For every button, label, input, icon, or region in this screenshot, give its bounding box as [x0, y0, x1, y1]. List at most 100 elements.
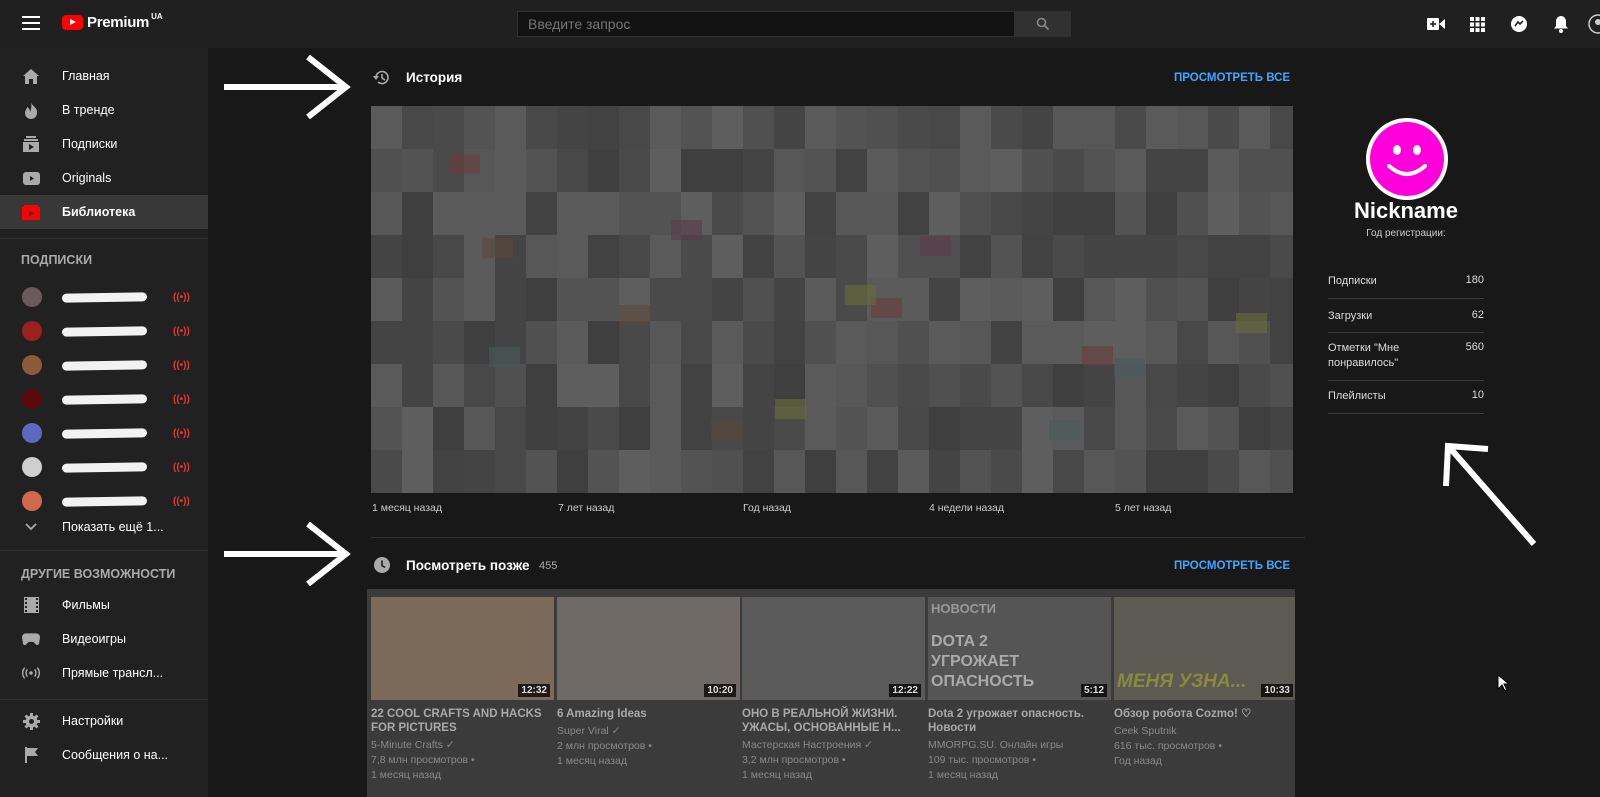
- censor-pixel: [1115, 106, 1146, 149]
- stat-row-playlists[interactable]: Плейлисты 10: [1328, 381, 1484, 414]
- history-time: 4 недели назад: [929, 502, 1004, 514]
- censor-pixel: [712, 364, 743, 407]
- stat-row-uploads[interactable]: Загрузки 62: [1328, 299, 1484, 333]
- sidebar: Главная В тренде Подписки Originals Библ…: [0, 48, 208, 797]
- censor-pixel: [1053, 450, 1084, 493]
- censor-pixel: [1084, 106, 1115, 149]
- video-thumbnail[interactable]: 12:32: [371, 597, 554, 700]
- censor-pixel: [1146, 321, 1177, 364]
- censor-pixel: [495, 450, 526, 493]
- sidebar-item-trending[interactable]: В тренде: [0, 93, 208, 127]
- censor-pixel: [464, 450, 495, 493]
- subscriptions-icon: [22, 135, 40, 153]
- thumbnail-caption: УГРОЖАЕТ: [931, 653, 1020, 670]
- video-thumbnail[interactable]: 12:22: [742, 597, 925, 700]
- sidebar-item-gaming[interactable]: Видеоигры: [0, 622, 208, 656]
- video-channel[interactable]: MMORPG.SU. Онлайн игры: [928, 738, 1063, 753]
- censor-pixel: [1208, 149, 1239, 192]
- censor-pixel: [650, 407, 681, 450]
- censor-pixel: [929, 149, 960, 192]
- search-button[interactable]: [1015, 11, 1071, 37]
- censor-pixel: [557, 364, 588, 407]
- video-channel[interactable]: 5-Minute Crafts ✓: [371, 738, 475, 753]
- annotation-arrow-history: [224, 55, 351, 119]
- messages-icon[interactable]: [1508, 14, 1530, 34]
- stat-row-likes[interactable]: Отметки "Мне понравилось" 560: [1328, 333, 1484, 381]
- video-title[interactable]: Обзор робота Cozmo! ♡: [1114, 707, 1290, 721]
- censor-pixel: [743, 364, 774, 407]
- censor-pixel: [1177, 321, 1208, 364]
- censor-pixel: [1177, 407, 1208, 450]
- video-time: 1 месяц назад: [928, 769, 998, 781]
- censor-pixel: [1022, 321, 1053, 364]
- sidebar-item-live[interactable]: Прямые трансл...: [0, 656, 208, 690]
- sidebar-item-movies[interactable]: Фильмы: [0, 588, 208, 622]
- censor-pixel: [836, 450, 867, 493]
- censor-pixel: [1115, 235, 1146, 278]
- censor-pixel: [960, 106, 991, 149]
- censor-pixel: [681, 149, 712, 192]
- sidebar-item-report-history[interactable]: Сообщения о на...: [0, 738, 208, 772]
- censor-pixel: [712, 149, 743, 192]
- sidebar-item-label: Библиотека: [62, 205, 136, 219]
- censor-pixel: [991, 235, 1022, 278]
- censor-pixel: [433, 450, 464, 493]
- censor-pixel: [1022, 450, 1053, 493]
- video-thumbnail[interactable]: 10:20: [557, 597, 740, 700]
- video-time: 1 месяц назад: [371, 769, 441, 781]
- censor-pixel: [1022, 235, 1053, 278]
- censor-pixel: [433, 321, 464, 364]
- subscription-channel-item[interactable]: ((•)): [0, 348, 208, 382]
- menu-hamburger-icon[interactable]: [22, 16, 40, 30]
- sidebar-item-label: Главная: [62, 69, 110, 83]
- sidebar-item-subscriptions[interactable]: Подписки: [0, 127, 208, 161]
- smiley-face-icon: [1370, 122, 1444, 196]
- video-title[interactable]: 6 Amazing Ideas: [557, 707, 733, 721]
- subscription-channel-item[interactable]: ((•)): [0, 450, 208, 484]
- stat-row-subscriptions[interactable]: Подписки 180: [1328, 266, 1484, 299]
- sidebar-item-settings[interactable]: Настройки: [0, 704, 208, 738]
- censor-pixel: [712, 192, 743, 235]
- censor-pixel: [1053, 321, 1084, 364]
- youtube-premium-logo[interactable]: Premium UA: [62, 12, 163, 31]
- censor-pixel: [588, 278, 619, 321]
- censor-pixel: [464, 106, 495, 149]
- subscription-channel-item[interactable]: ((•)): [0, 280, 208, 314]
- apps-grid-icon[interactable]: [1466, 14, 1488, 34]
- video-thumbnail[interactable]: НОВОСТИ DOTA 2 УГРОЖАЕТ ОПАСНОСТЬ 5:12: [928, 597, 1111, 700]
- censor-pixel: [1022, 106, 1053, 149]
- video-channel[interactable]: Мастерская Настроения ✓: [742, 738, 873, 753]
- watch-later-view-all-link[interactable]: ПРОСМОТРЕТЬ ВСЕ: [1174, 560, 1290, 572]
- create-video-icon[interactable]: [1425, 14, 1447, 34]
- video-title[interactable]: 22 COOL CRAFTS AND HACKS FOR PICTURES: [371, 707, 547, 735]
- account-avatar-icon[interactable]: [1588, 14, 1600, 34]
- show-more-subscriptions[interactable]: Показать ещё 1...: [0, 510, 208, 544]
- video-title[interactable]: Dota 2 угрожает опасность. Новости: [928, 707, 1104, 735]
- subscription-channel-item[interactable]: ((•)): [0, 314, 208, 348]
- censor-pixel: [991, 278, 1022, 321]
- sidebar-item-originals[interactable]: Originals: [0, 161, 208, 195]
- censor-pixel: [402, 450, 433, 493]
- sidebar-item-library[interactable]: Библиотека: [0, 195, 208, 229]
- censor-pixel: [619, 364, 650, 407]
- video-channel[interactable]: Ceek Sputnik: [1114, 724, 1222, 739]
- censor-pixel: [402, 235, 433, 278]
- censor-pixel: [1115, 149, 1146, 192]
- thumbnail-caption: НОВОСТИ: [931, 601, 997, 616]
- notifications-bell-icon[interactable]: [1550, 14, 1572, 34]
- censor-pixel: [1177, 235, 1208, 278]
- history-shelf-title[interactable]: История: [406, 70, 462, 85]
- sidebar-item-label: В тренде: [62, 103, 115, 117]
- search-input[interactable]: [517, 11, 1015, 37]
- watch-later-shelf-title[interactable]: Посмотреть позже: [406, 558, 530, 573]
- video-channel[interactable]: Super Viral ✓: [557, 724, 652, 739]
- subscription-channel-item[interactable]: ((•)): [0, 416, 208, 450]
- sidebar-item-home[interactable]: Главная: [0, 59, 208, 93]
- profile-avatar[interactable]: [1366, 118, 1448, 200]
- video-title[interactable]: ОНО В РЕАЛЬНОЙ ЖИЗНИ. УЖАСЫ, ОСНОВАННЫЕ …: [742, 707, 918, 735]
- shelf-divider: [371, 537, 1305, 538]
- subscription-channel-item[interactable]: ((•)): [0, 382, 208, 416]
- video-thumbnail[interactable]: МЕНЯ УЗНА... 10:33: [1114, 597, 1295, 700]
- history-view-all-link[interactable]: ПРОСМОТРЕТЬ ВСЕ: [1174, 72, 1290, 84]
- video-meta: Super Viral ✓ 2 млн просмотров • 1 месяц н…: [557, 724, 652, 769]
